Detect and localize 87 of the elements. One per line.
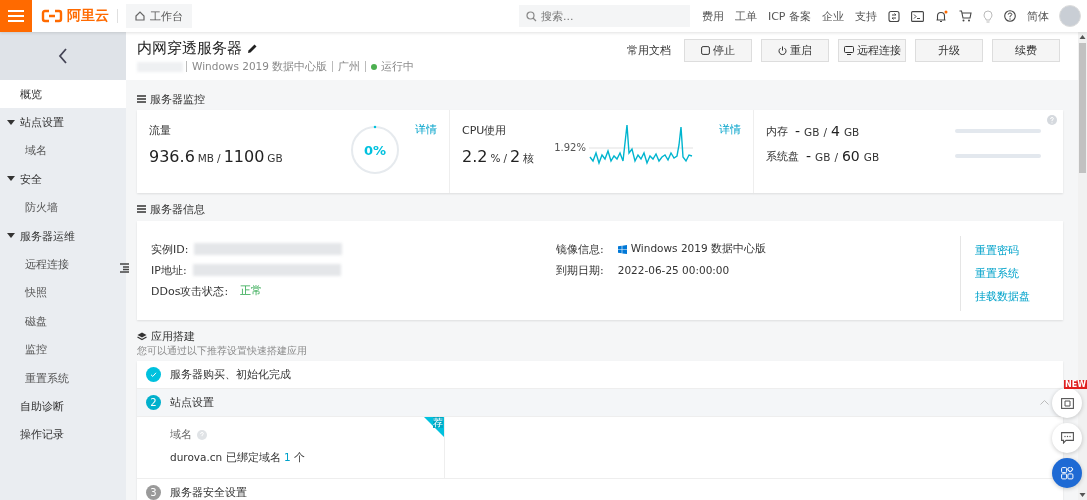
new-badge: NEW [1064,380,1087,389]
step-label: 服务器安全设置 [170,485,247,500]
step-number: 2 [146,395,161,410]
sidebar-group[interactable]: 服务器运维 [0,221,126,251]
check-circle-icon [146,367,161,382]
storage-label: 内存 [766,123,788,139]
pencil-icon[interactable] [247,43,258,54]
server-title: 内网穿透服务器 [137,39,242,58]
layers-icon [137,331,147,341]
peak-label: 1.92% [554,142,586,153]
field-label: 实例ID: [151,241,189,257]
nav-link[interactable]: 工单 [734,8,757,24]
badge-text: 荐 [433,417,443,428]
action-button[interactable]: 升级 [915,39,983,62]
cpu-label: CPU使用 [462,123,508,138]
cart-icon[interactable] [959,10,972,22]
sidebar-item[interactable]: 概览 [0,80,126,109]
search-field[interactable]: 搜索... [518,5,690,27]
sidebar-subitem[interactable]: 磁盘 [0,307,126,336]
home-icon [135,11,145,21]
usage-ring: 0% [349,124,401,176]
region-label: 广州 [332,61,366,72]
windows-logo-icon [617,244,627,254]
list-icon [137,205,146,213]
field-label: 域名 [170,428,192,442]
help-icon[interactable] [1004,10,1016,22]
sidebar-subitem[interactable]: 远程连接 [0,250,126,279]
language-link[interactable]: 简体 [1027,8,1049,24]
sidebar-subitem[interactable]: 快照 [0,278,126,308]
bracket-logo-icon [41,9,63,23]
terminal-icon[interactable] [911,10,924,22]
bell-icon[interactable] [935,9,948,23]
sidebar-subitem[interactable]: 重置系统 [0,363,126,393]
workbench-tab[interactable]: 工作台 [126,4,192,28]
section-title: 服务器信息 [150,201,205,217]
chevron-left-icon[interactable] [58,48,68,64]
section-title: 应用搭建 [151,328,195,344]
os-label: Windows 2019 数据中心版 [186,61,333,72]
nav-link[interactable]: ICP 备案 [767,8,811,24]
apps-icon [1060,466,1074,480]
sidebar-item[interactable]: 操作记录 [0,420,126,450]
stop-button[interactable]: 停止 [684,39,752,62]
square-arrows-icon[interactable] [888,9,900,23]
monitor-icon [843,46,854,55]
search-icon [525,11,537,22]
menu-icon [8,10,24,22]
field-value: Windows 2019 数据中心版 [630,242,766,256]
section-title: 服务器监控 [150,91,205,107]
storage-value: - GB / 4 GB [795,123,860,139]
status-text: 运行中 [381,61,415,72]
sidebar-subitem[interactable]: 域名 [0,136,126,166]
list-toggle-icon[interactable] [119,263,129,273]
field-label: DDos攻击状态: [151,283,229,299]
step-label: 服务器购买、初始化完成 [170,367,291,382]
square-icon [701,46,710,55]
sidebar-group[interactable]: 站点设置 [0,108,126,137]
nav-link[interactable]: 支持 [855,8,877,24]
field-label: IP地址: [151,262,187,278]
traffic-value: 936.6 MB / 1100 GB [149,147,283,166]
power-icon [778,46,787,55]
storage-label: 系统盘 [766,148,799,164]
sidebar-group[interactable]: 安全 [0,165,126,194]
sidebar-subitem[interactable]: 防火墙 [0,193,126,222]
status-text: 正常 [240,284,263,298]
domain-text: durova.cn 已绑定域名 1 个 [170,451,306,465]
traffic-label: 流量 [149,123,172,138]
hint-text: 您可以通过以下推荐设置快速搭建应用 [137,344,308,358]
field-label: 镜像信息: [556,241,604,257]
restart-button[interactable]: 重启 [761,39,829,62]
docs-link[interactable]: 常用文档 [627,43,671,58]
field-label: 到期日期: [556,262,604,278]
storage-value: - GB / 60 GB [806,148,880,164]
action-button[interactable]: 续费 [992,39,1060,62]
status-dot [371,63,378,70]
sidebar-item[interactable]: 自助诊断 [0,392,126,421]
field-value: 2022-06-25 00:00:00 [617,264,730,276]
step-label: 站点设置 [170,395,214,410]
remote-button[interactable]: 远程连接 [838,39,906,62]
step-number: 3 [146,485,161,500]
chat-icon [1060,432,1074,444]
nav-link[interactable]: 费用 [701,8,724,24]
logo-text: 阿里云 [67,7,109,25]
nav-link[interactable]: 企业 [822,8,844,24]
cpu-value: 2.2 % / 2 核 [462,147,535,166]
list-icon [137,95,146,103]
menu-button[interactable] [0,0,32,32]
sidebar-subitem[interactable]: 监控 [0,335,126,364]
